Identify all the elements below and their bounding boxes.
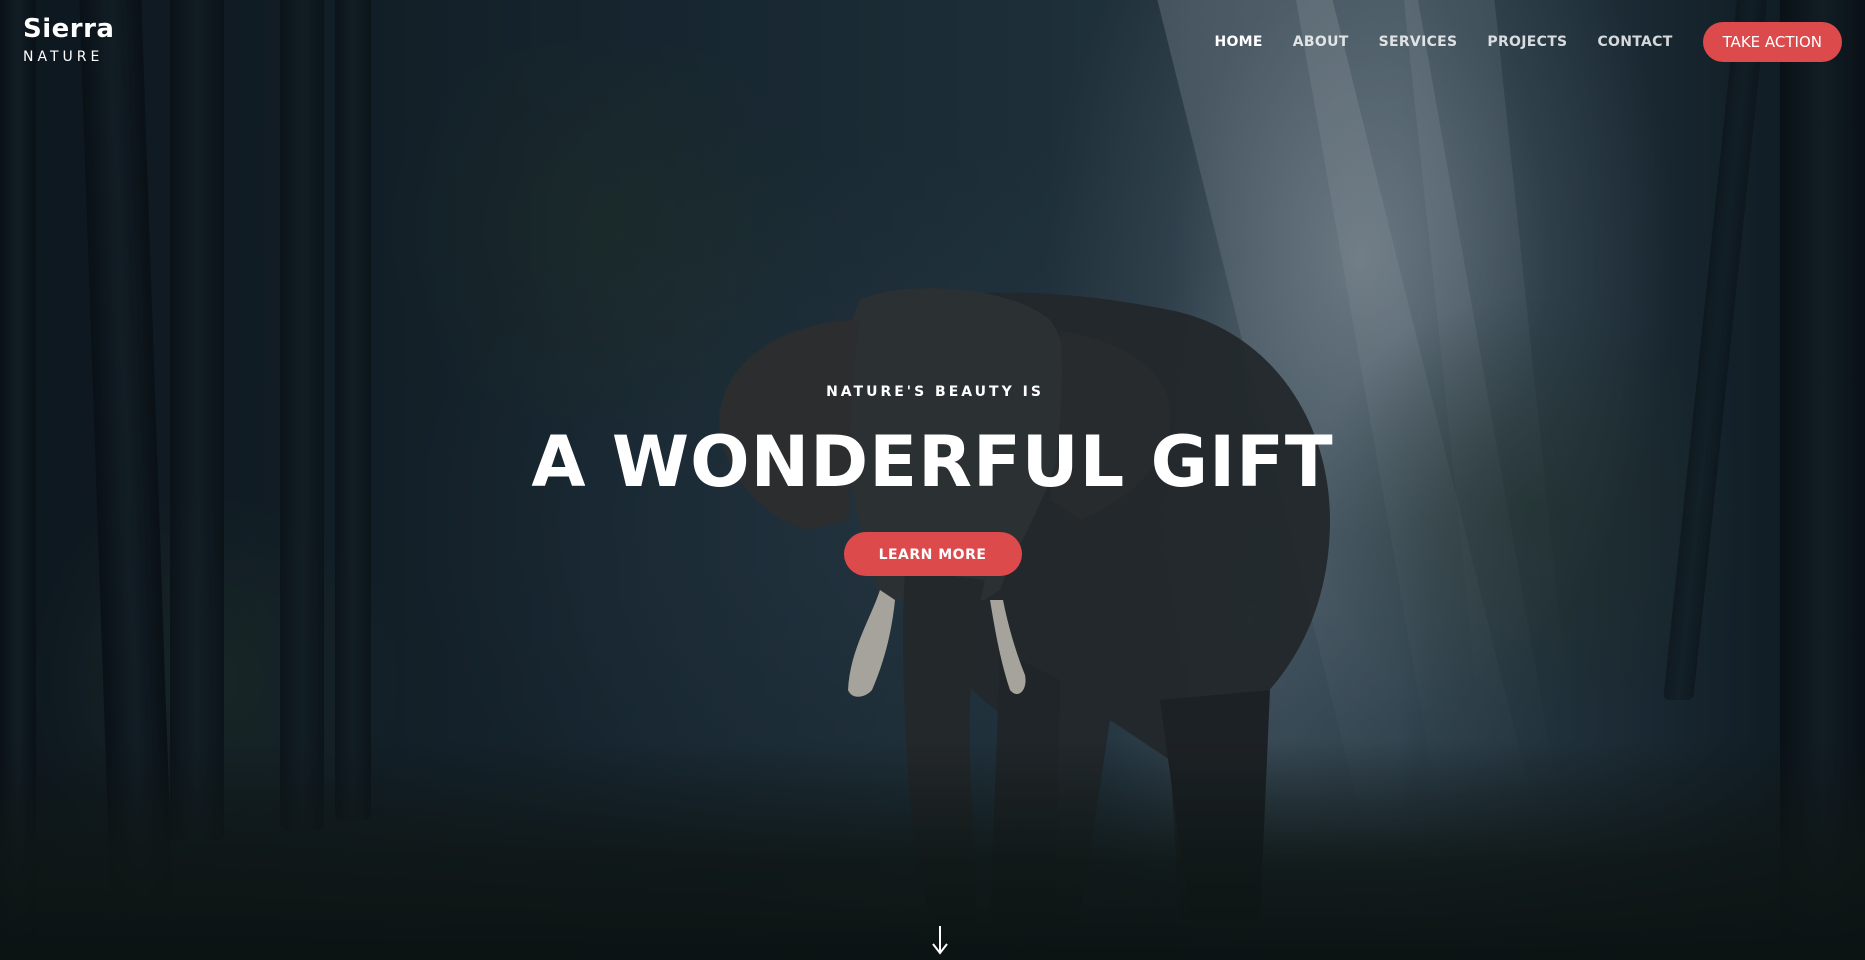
hero-section: Sierra NATURE HOME ABOUT SERVICES PROJEC… (0, 0, 1865, 960)
learn-more-button[interactable]: LEARN MORE (843, 532, 1022, 576)
nav-item-projects[interactable]: PROJECTS (1487, 34, 1567, 50)
nav-item-services[interactable]: SERVICES (1379, 34, 1458, 50)
hero-kicker: NATURE'S BEAUTY IS (826, 384, 1044, 400)
brand-subtitle: NATURE (23, 49, 104, 65)
nav-item-home[interactable]: HOME (1214, 34, 1262, 50)
brand-name: Sierra (23, 14, 115, 44)
main-nav: HOME ABOUT SERVICES PROJECTS CONTACT TAK… (1214, 22, 1842, 62)
take-action-button[interactable]: TAKE ACTION (1702, 22, 1842, 62)
hero-headline: A WONDERFUL GIFT (531, 421, 1334, 503)
arrow-down-icon[interactable] (930, 924, 950, 956)
hero-content: NATURE'S BEAUTY IS A WONDERFUL GIFT LEAR… (0, 384, 1865, 576)
nav-item-about[interactable]: ABOUT (1293, 34, 1349, 50)
brand-logo[interactable]: Sierra NATURE (23, 14, 114, 67)
nav-item-contact[interactable]: CONTACT (1597, 34, 1672, 50)
